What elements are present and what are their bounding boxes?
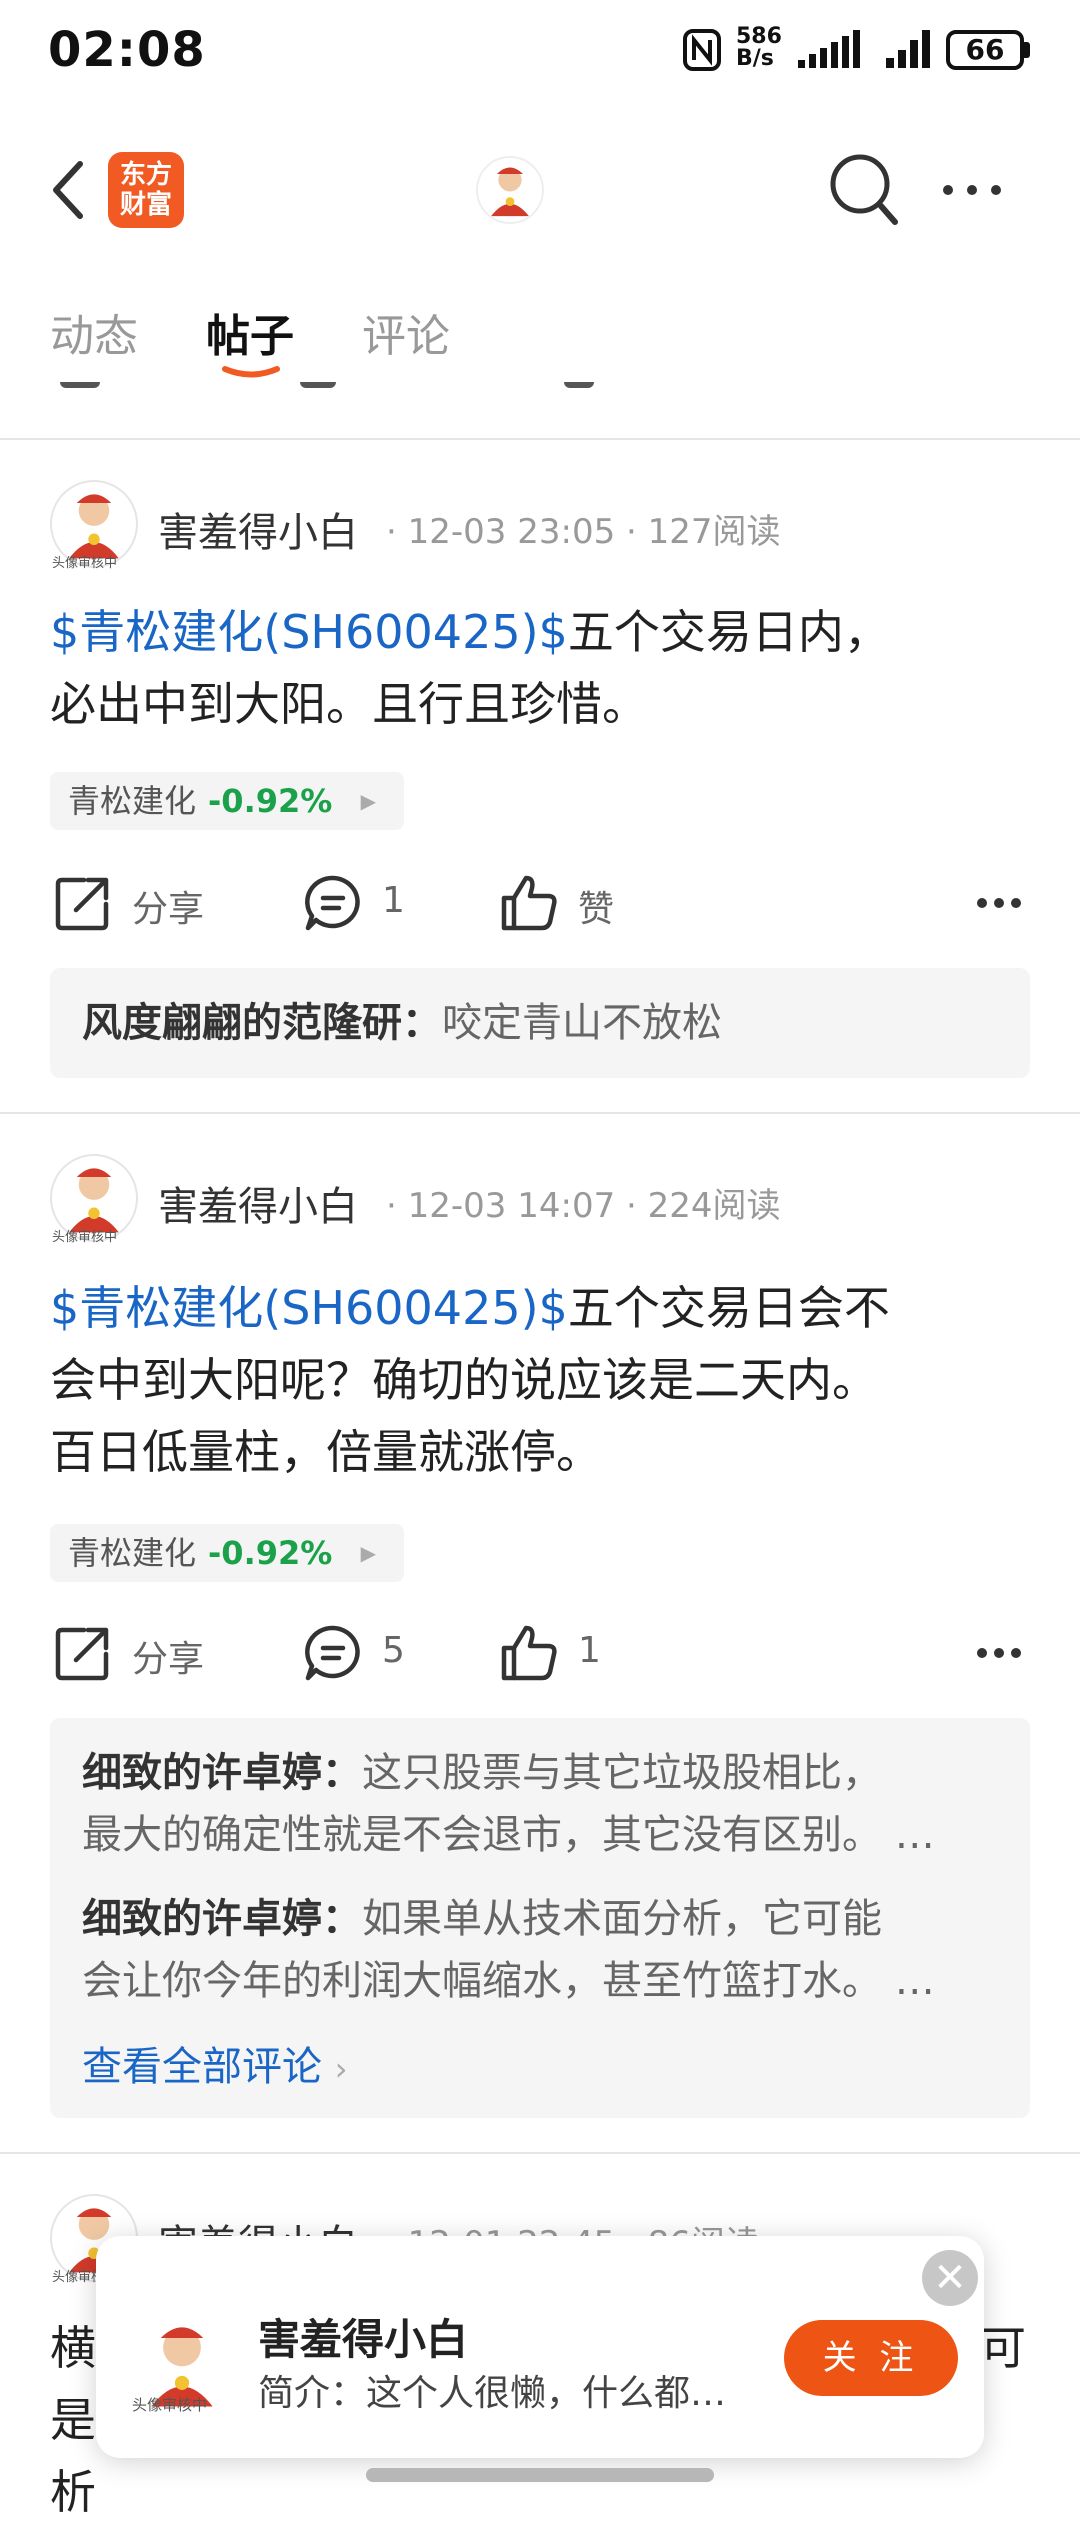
- comment-count[interactable]: 5: [382, 1630, 405, 1671]
- post-body[interactable]: $青松建化(SH600425)$五个交易日会不 会中到大阳呢？确切的说应该是二天…: [50, 1272, 1040, 1488]
- avatar-caption: 头像审核中: [52, 556, 118, 571]
- nfc-icon: [683, 29, 721, 71]
- post-body[interactable]: $青松建化(SH600425)$五个交易日内， 必出中到大阳。且行且珍惜。: [50, 596, 1040, 740]
- home-indicator[interactable]: [366, 2468, 714, 2482]
- battery-tip: [1024, 42, 1030, 58]
- like-button[interactable]: 赞: [578, 880, 614, 932]
- search-icon[interactable]: [828, 152, 900, 228]
- scrolled-content-edge: [60, 382, 620, 394]
- share-icon[interactable]: [54, 1624, 112, 1682]
- user-avatar[interactable]: [476, 156, 544, 224]
- like-icon[interactable]: [500, 874, 558, 932]
- follow-button[interactable]: 关 注: [784, 2320, 958, 2396]
- chip-arrow-icon: ▶: [360, 789, 376, 813]
- post-more-icon[interactable]: [976, 896, 1022, 910]
- section-divider: [0, 438, 1080, 440]
- comment-preview-box[interactable]: 风度翩翩的范隆研：咬定青山不放松: [50, 968, 1030, 1078]
- stock-chip[interactable]: 青松建化 -0.92% ▶: [50, 1524, 404, 1582]
- stock-chip[interactable]: 青松建化 -0.92% ▶: [50, 772, 404, 830]
- comment-preview: 风度翩翩的范隆研：咬定青山不放松: [82, 1000, 722, 1046]
- popup-user-name: 害羞得小白: [258, 2315, 469, 2364]
- post-meta: · 12-03 23:05 · 127阅读: [386, 512, 781, 552]
- more-icon[interactable]: [940, 178, 1004, 202]
- eastmoney-logo[interactable]: 东方 财富: [108, 152, 184, 228]
- share-button[interactable]: 分享: [132, 880, 204, 932]
- comment-count[interactable]: 1: [382, 880, 405, 921]
- stock-tag-link[interactable]: $青松建化(SH600425)$: [50, 1281, 568, 1335]
- battery-indicator: 66: [946, 30, 1024, 70]
- stock-tag-link[interactable]: $青松建化(SH600425)$: [50, 605, 568, 659]
- avatar-caption: 头像审核中: [52, 1230, 118, 1245]
- signal-icon-2: [886, 30, 930, 68]
- tab-posts[interactable]: 帖子: [206, 300, 294, 364]
- post-body-partial-end: 可: [980, 2321, 1026, 2375]
- comment-preview: 细致的许卓婷：如果单从技术面分析，它可能 会让你今年的利润大幅缩水，甚至竹篮打水…: [82, 1896, 935, 2004]
- tab-comments[interactable]: 评论: [362, 300, 450, 364]
- close-icon[interactable]: ✕: [922, 2250, 978, 2306]
- post-author-name[interactable]: 害羞得小白: [158, 1174, 358, 1232]
- like-count[interactable]: 1: [578, 1630, 601, 1671]
- comment-icon[interactable]: [304, 1624, 362, 1682]
- chip-arrow-icon: ▶: [360, 1541, 376, 1565]
- comment-preview-box[interactable]: 细致的许卓婷：这只股票与其它垃圾股相比， 最大的确定性就是不会退市，其它没有区别…: [50, 1718, 1030, 2118]
- post-more-icon[interactable]: [976, 1646, 1022, 1660]
- status-time: 02:08: [48, 22, 206, 78]
- avatar-caption: 头像审核中: [132, 2396, 208, 2414]
- comment-icon[interactable]: [304, 874, 362, 932]
- chevron-right-icon: ›: [334, 2050, 348, 2088]
- tab-dynamics[interactable]: 动态: [50, 300, 138, 364]
- comment-preview: 细致的许卓婷：这只股票与其它垃圾股相比， 最大的确定性就是不会退市，其它没有区别…: [82, 1750, 935, 1858]
- signal-icon: [798, 30, 860, 68]
- share-icon[interactable]: [54, 874, 112, 932]
- post-author-name[interactable]: 害羞得小白: [158, 500, 358, 558]
- net-speed: 586 B/s: [736, 24, 782, 71]
- post-divider: [0, 2152, 1080, 2154]
- post-divider: [0, 1112, 1080, 1114]
- popup-user-bio: 简介：这个人很懒，什么都…: [258, 2373, 727, 2414]
- post-meta: · 12-03 14:07 · 224阅读: [386, 1186, 781, 1226]
- share-button[interactable]: 分享: [132, 1630, 204, 1682]
- back-icon[interactable]: [50, 160, 84, 220]
- tab-active-indicator: [222, 366, 280, 378]
- like-icon[interactable]: [500, 1624, 558, 1682]
- view-all-comments-link[interactable]: 查看全部评论 ›: [82, 2012, 998, 2092]
- avatar-image: [491, 167, 529, 217]
